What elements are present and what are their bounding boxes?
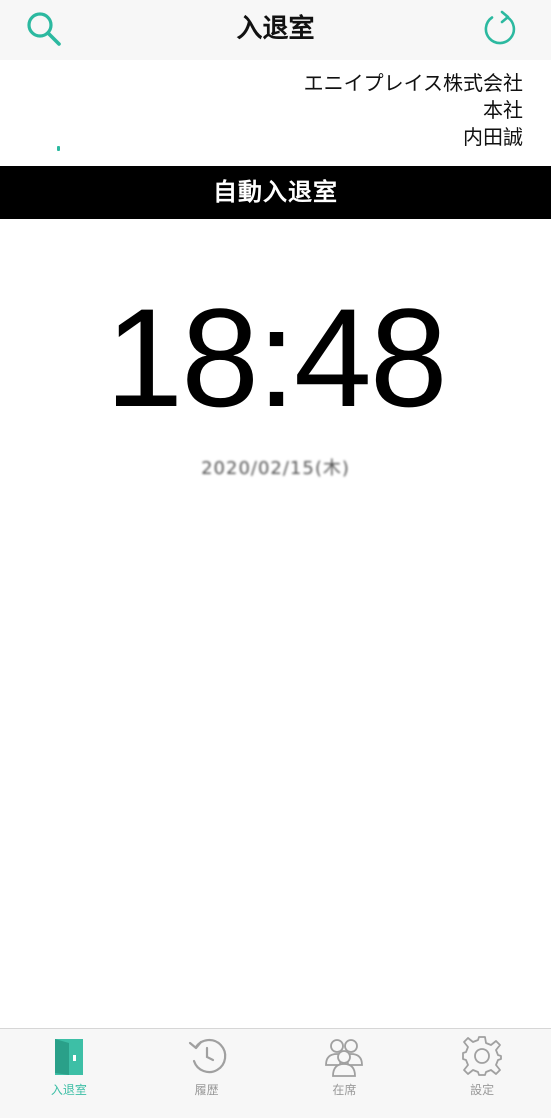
people-icon (325, 1039, 364, 1077)
tab-history[interactable]: 履歴 (138, 1029, 276, 1118)
user-name: 内田誠 (463, 125, 523, 149)
mode-banner: 自動入退室 (0, 166, 551, 219)
search-button[interactable] (21, 6, 67, 52)
indicator-mark (57, 146, 60, 151)
office-name: 本社 (483, 98, 523, 122)
tab-settings-label: 設定 (470, 1083, 495, 1097)
navigation-bar: 入退室 (0, 0, 551, 60)
gear-icon (462, 1036, 503, 1076)
tab-entry-exit[interactable]: 入退室 (0, 1029, 138, 1118)
company-name: エニイプレイス株式会社 (303, 71, 523, 95)
tab-history-label: 履歴 (194, 1083, 219, 1097)
tab-presence[interactable]: 在席 (276, 1029, 414, 1118)
tab-settings[interactable]: 設定 (413, 1029, 551, 1118)
tab-entry-exit-label: 入退室 (50, 1083, 87, 1097)
refresh-button[interactable] (477, 6, 523, 52)
history-icon (188, 1038, 226, 1074)
clock-date: 2020/02/15(木) (201, 458, 350, 479)
search-icon (27, 12, 61, 46)
page-title: 入退室 (236, 14, 315, 44)
clock-time: 18:48 (105, 279, 447, 436)
door-icon (54, 1039, 83, 1075)
refresh-icon (484, 10, 516, 45)
tab-bar: 入退室 履歴 在席 設定 (0, 1028, 551, 1118)
user-info: エニイプレイス株式会社 本社 内田誠 (304, 70, 523, 151)
tab-presence-label: 在席 (332, 1083, 357, 1097)
